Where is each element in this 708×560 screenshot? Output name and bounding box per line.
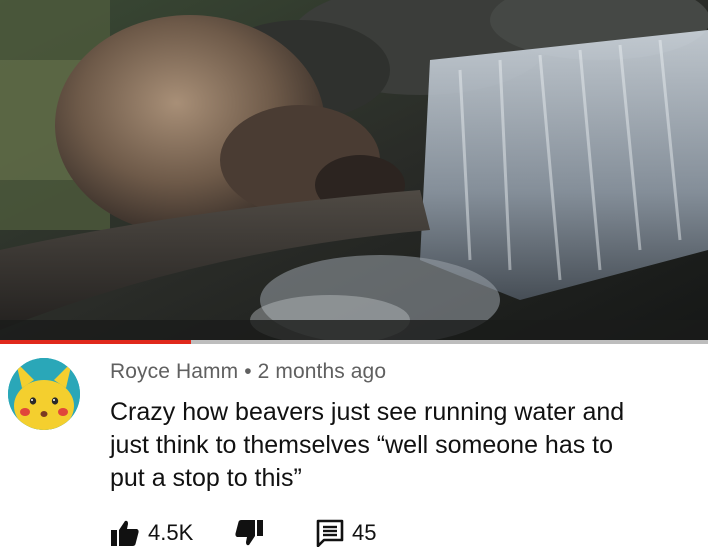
comment-text-line: put a stop to this” [110,464,302,492]
video-frame[interactable] [0,0,708,344]
comment-text-line: Crazy how beavers just see running water… [110,398,625,426]
comment-text: Crazy how beavers just see running water… [110,396,700,495]
comment-time[interactable]: 2 months ago [258,360,386,383]
thumbs-up-icon [111,520,139,546]
comment-author[interactable]: Royce Hamm [110,360,238,383]
comment-icon [316,519,344,547]
dislike-button[interactable] [234,516,264,550]
reply-button[interactable]: 45 [316,516,376,550]
pikachu-avatar-icon [8,358,80,430]
comment: Royce Hamm • 2 months ago Crazy how beaver… [0,348,708,560]
thumbs-down-icon [235,520,263,546]
comment-actions: 4.5K 45 [110,516,700,550]
avatar[interactable] [8,358,80,430]
like-button[interactable]: 4.5K [110,516,193,550]
video-progress-bar[interactable] [0,340,708,344]
like-count: 4.5K [148,520,194,545]
comment-text-line: just think to themselves “well someone h… [110,431,614,459]
video-progress-fill [0,340,192,344]
meta-separator: • [244,360,252,383]
reply-count: 45 [352,520,377,545]
comment-meta: Royce Hamm • 2 months ago [110,360,386,384]
beaver-dam-image [0,0,708,344]
